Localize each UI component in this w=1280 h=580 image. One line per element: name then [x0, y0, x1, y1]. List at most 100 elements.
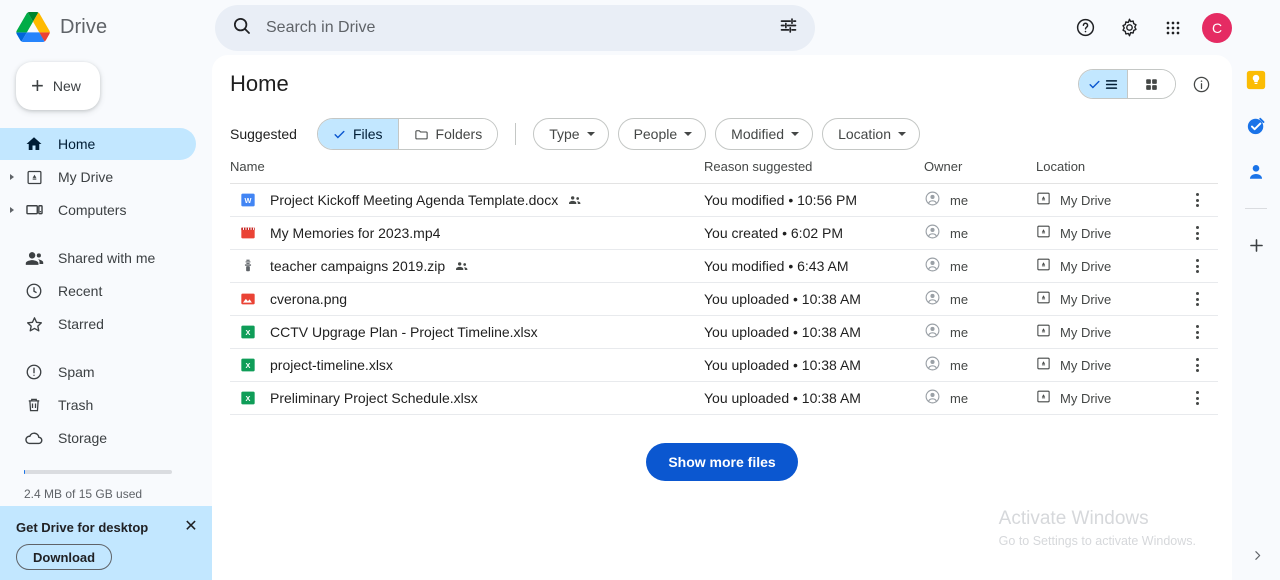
sidebar-item-trash[interactable]: Trash — [0, 389, 196, 421]
file-name-cell[interactable]: teacher campaigns 2019.zip — [230, 249, 704, 283]
location-label: My Drive — [1060, 291, 1112, 307]
sidebar-item-recent[interactable]: Recent — [0, 275, 196, 307]
chevron-right-icon[interactable] — [1246, 544, 1268, 566]
location-cell[interactable]: My Drive — [1036, 282, 1176, 316]
file-name-cell[interactable]: Xproject-timeline.xlsx — [230, 348, 704, 382]
suggested-label: Suggested — [230, 126, 297, 142]
svg-text:W: W — [245, 196, 252, 205]
sidebar-item-storage[interactable]: Storage — [0, 422, 196, 454]
search-bar[interactable] — [215, 4, 815, 51]
table-row[interactable]: Xproject-timeline.xlsx You uploaded • 10:… — [230, 348, 1218, 382]
spam-icon — [24, 362, 44, 382]
file-name-cell[interactable]: X Preliminary Project Schedule.xlsx — [230, 381, 704, 415]
filter-chip-type[interactable]: Type — [533, 118, 609, 150]
sidebar-item-home[interactable]: Home — [0, 128, 196, 160]
column-header-location[interactable]: Location — [1036, 159, 1176, 184]
more-options-icon[interactable] — [1176, 226, 1218, 240]
new-button[interactable]: + New — [16, 62, 100, 110]
main-area: C Home — [212, 0, 1280, 580]
drive-logo-icon — [16, 12, 50, 42]
reason-suggested-cell: You created • 6:02 PM — [704, 216, 924, 250]
owner-label: me — [950, 225, 969, 241]
more-options-icon[interactable] — [1176, 193, 1218, 207]
location-cell[interactable]: My Drive — [1036, 381, 1176, 415]
filter-files[interactable]: Files — [317, 119, 398, 149]
chevron-right-icon[interactable] — [10, 207, 14, 213]
avatar-icon — [924, 289, 941, 309]
column-header-reason[interactable]: Reason suggested — [704, 159, 924, 184]
row-actions-cell[interactable] — [1176, 381, 1218, 415]
files-table-header: Name Reason suggested Owner Location — [230, 159, 1218, 184]
file-name-label: Preliminary Project Schedule.xlsx — [270, 390, 478, 406]
gear-icon[interactable] — [1114, 13, 1144, 43]
page-header: Home — [212, 55, 1232, 113]
star-icon — [24, 314, 44, 334]
row-actions-cell[interactable] — [1176, 183, 1218, 217]
file-name-cell[interactable]: W Project Kickoff Meeting Agenda Template… — [230, 183, 704, 217]
file-name-label: CCTV Upgrage Plan - Project Timeline.xls… — [270, 324, 538, 340]
location-cell[interactable]: My Drive — [1036, 249, 1176, 283]
sidebar-item-shared-with-me[interactable]: Shared with me — [0, 242, 196, 274]
filter-chip-modified[interactable]: Modified — [715, 118, 814, 150]
sidebar-item-computers[interactable]: Computers — [0, 194, 196, 226]
search-options-icon[interactable] — [778, 15, 799, 41]
table-row[interactable]: W Project Kickoff Meeting Agenda Template… — [230, 183, 1218, 217]
table-row[interactable]: teacher campaigns 2019.zip You modified •… — [230, 249, 1218, 283]
search-input[interactable] — [266, 18, 764, 37]
owner-cell: me — [924, 249, 1036, 283]
row-actions-cell[interactable] — [1176, 348, 1218, 382]
avatar[interactable]: C — [1202, 12, 1232, 43]
location-cell[interactable]: My Drive — [1036, 315, 1176, 349]
chevron-right-icon[interactable] — [10, 174, 14, 180]
more-options-icon[interactable] — [1176, 325, 1218, 339]
owner-label: me — [950, 258, 969, 274]
google-keep-icon[interactable] — [1244, 68, 1268, 92]
table-row[interactable]: X CCTV Upgrage Plan - Project Timeline.xl… — [230, 315, 1218, 349]
location-cell[interactable]: My Drive — [1036, 348, 1176, 382]
file-name-cell[interactable]: cverona.png — [230, 282, 704, 316]
chevron-down-icon — [684, 132, 693, 136]
row-actions-cell[interactable] — [1176, 315, 1218, 349]
sidebar-item-starred[interactable]: Starred — [0, 308, 196, 340]
more-options-icon[interactable] — [1176, 358, 1218, 372]
column-header-name[interactable]: Name — [230, 159, 704, 184]
help-icon[interactable] — [1070, 13, 1100, 43]
more-options-icon[interactable] — [1176, 259, 1218, 273]
my-drive-icon — [1036, 224, 1051, 242]
filter-folders[interactable]: Folders — [397, 119, 498, 149]
grid-view-button[interactable] — [1127, 70, 1175, 98]
clock-icon — [24, 281, 44, 301]
drive-desktop-promo: ✕ Get Drive for desktop Download — [0, 506, 212, 580]
more-options-icon[interactable] — [1176, 292, 1218, 306]
row-actions-cell[interactable] — [1176, 249, 1218, 283]
table-row[interactable]: My Memories for 2023.mp4 You created • 6:… — [230, 216, 1218, 250]
filter-chip-people[interactable]: People — [617, 118, 707, 150]
google-contacts-icon[interactable] — [1244, 160, 1268, 184]
watermark-subtitle: Go to Settings to activate Windows. — [998, 534, 1196, 548]
sidebar-item-spam[interactable]: Spam — [0, 356, 196, 388]
sidebar-item-my-drive[interactable]: My Drive — [0, 161, 196, 193]
more-options-icon[interactable] — [1176, 391, 1218, 405]
location-cell[interactable]: My Drive — [1036, 216, 1176, 250]
download-button[interactable]: Download — [16, 544, 113, 570]
files-table: Name Reason suggested Owner Location W Pr… — [230, 159, 1218, 415]
location-cell[interactable]: My Drive — [1036, 183, 1176, 217]
sidebar-item-label: Trash — [58, 397, 94, 413]
list-view-button[interactable] — [1079, 70, 1127, 98]
google-tasks-icon[interactable] — [1244, 114, 1268, 138]
sidebar-item-label: My Drive — [58, 169, 114, 185]
info-icon[interactable] — [1186, 69, 1216, 99]
reason-suggested-cell: You modified • 10:56 PM — [704, 183, 924, 217]
file-name-cell[interactable]: My Memories for 2023.mp4 — [230, 216, 704, 250]
row-actions-cell[interactable] — [1176, 282, 1218, 316]
column-header-owner[interactable]: Owner — [924, 159, 1036, 184]
close-icon[interactable]: ✕ — [182, 518, 200, 536]
file-name-cell[interactable]: X CCTV Upgrage Plan - Project Timeline.xl… — [230, 315, 704, 349]
table-row[interactable]: cverona.png You uploaded • 10:38 AM me My D… — [230, 282, 1218, 316]
row-actions-cell[interactable] — [1176, 216, 1218, 250]
filter-chip-location[interactable]: Location — [822, 118, 921, 150]
show-more-files-button[interactable]: Show more files — [646, 443, 798, 481]
apps-grid-icon[interactable] — [1158, 13, 1188, 43]
table-row[interactable]: X Preliminary Project Schedule.xlsx You up… — [230, 381, 1218, 415]
add-icon[interactable] — [1244, 233, 1268, 257]
